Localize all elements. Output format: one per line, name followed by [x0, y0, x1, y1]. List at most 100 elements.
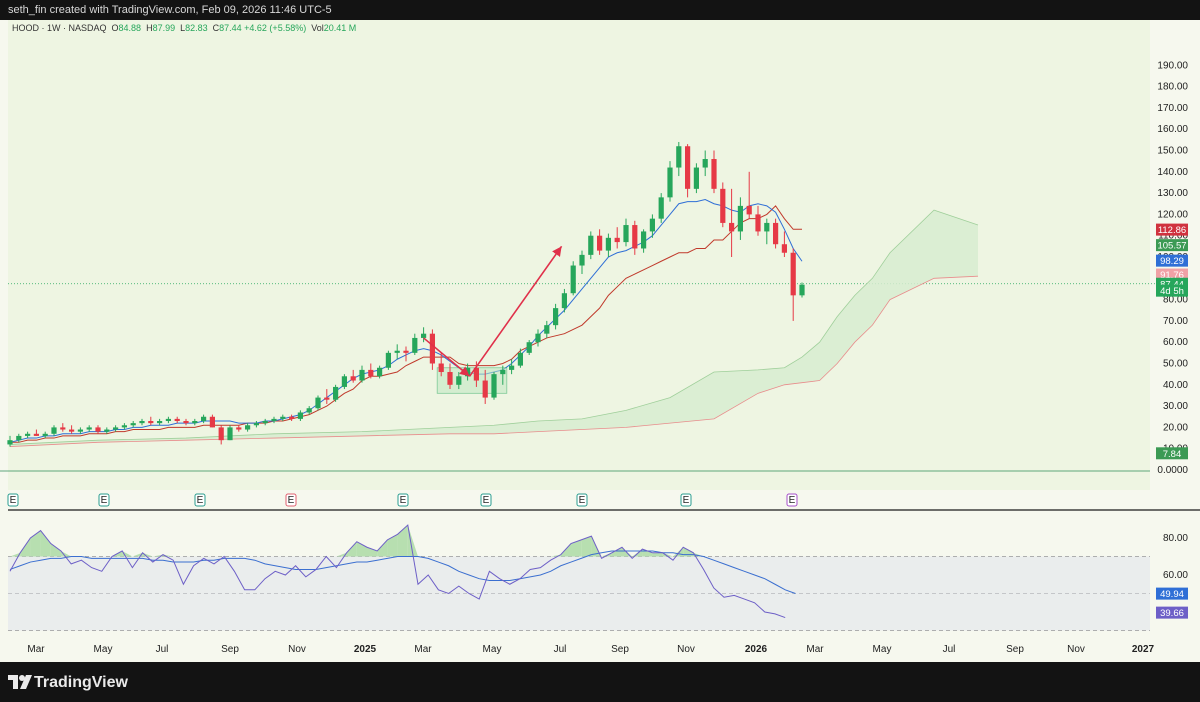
candle-body — [561, 293, 567, 309]
candle-body — [60, 427, 66, 430]
price-axis-label: 180.00 — [1157, 82, 1188, 93]
earnings-marker-label: E — [288, 495, 295, 506]
created-by-text: seth_fin created with TradingView.com, F… — [8, 4, 332, 16]
candle-body — [315, 397, 321, 409]
candle-body — [77, 429, 83, 432]
candle-body — [121, 425, 127, 428]
candle-body — [341, 376, 347, 387]
price-axis-label: 170.00 — [1157, 103, 1188, 114]
price-axis-label: 20.00 — [1163, 422, 1188, 433]
candle-body — [614, 237, 620, 243]
rsi-band — [8, 556, 1150, 631]
earnings-marker-label: E — [579, 495, 586, 506]
earnings-marker-label: E — [483, 495, 490, 506]
candle-body — [385, 352, 391, 368]
candle-body — [597, 235, 603, 251]
earnings-marker-label: E — [10, 495, 17, 506]
candle-body — [306, 408, 312, 413]
candle-body — [737, 205, 743, 232]
candle-body — [262, 421, 268, 424]
earnings-marker-label: E — [683, 495, 690, 506]
x-axis-label: Sep — [1006, 644, 1024, 655]
candle-body — [218, 427, 224, 441]
candle-body — [33, 433, 39, 436]
candle-body — [526, 342, 532, 353]
legend-vol-label: Vol — [311, 23, 324, 33]
price-axis-label: 160.00 — [1157, 124, 1188, 135]
candle-body — [95, 427, 101, 432]
candle-body — [201, 416, 207, 422]
candle-body — [773, 222, 779, 245]
price-tag-label: 105.57 — [1157, 241, 1186, 252]
candle-body — [271, 418, 277, 422]
tradingview-brand-text: TradingView — [34, 674, 128, 691]
candle-body — [781, 244, 787, 253]
chart-canvas[interactable]: 190.00 180.00 170.00 160.00 150.00 140.00 130.… — [0, 20, 1200, 662]
candle-body — [209, 416, 215, 428]
rsi-value-tag-label: 49.94 — [1160, 589, 1184, 600]
x-axis-label: Jul — [156, 644, 169, 655]
ohlc-legend: HOOD · 1W · NASDAQ O84.88 H87.99 L82.83 C87.… — [12, 23, 356, 33]
chart-frame[interactable]: 190.00 180.00 170.00 160.00 150.00 140.00 130.… — [0, 20, 1200, 662]
candle-body — [253, 423, 259, 426]
price-tag-label: 4d 5h — [1160, 286, 1184, 297]
x-axis-label: Nov — [1067, 644, 1085, 655]
x-axis-label: Mar — [806, 644, 824, 655]
candle-body — [491, 374, 497, 398]
x-axis-label: 2026 — [745, 644, 768, 655]
candle-body — [69, 429, 75, 432]
price-axis-label: 190.00 — [1157, 60, 1188, 71]
candle-body — [544, 325, 550, 334]
rsi-value-tag-label: 39.66 — [1160, 608, 1184, 619]
price-tag-label: 7.84 — [1163, 449, 1182, 460]
candle-body — [192, 421, 198, 424]
bottom-bar: TradingView — [0, 662, 1200, 702]
candle-body — [588, 235, 594, 255]
candle-body — [447, 372, 453, 385]
price-tag-label: 112.86 — [1158, 225, 1186, 236]
candle-body — [25, 433, 31, 436]
candle-body — [227, 427, 233, 441]
tradingview-logo[interactable]: TradingView — [8, 672, 128, 694]
rsi-overbought-fill — [652, 552, 663, 557]
candle-body — [605, 237, 611, 251]
x-axis-label: May — [94, 644, 113, 655]
candle-body — [438, 363, 444, 373]
candle-body — [702, 159, 708, 168]
legend-o-value: 84.88 — [119, 23, 142, 33]
candle-body — [7, 440, 13, 445]
x-axis-label: Sep — [611, 644, 629, 655]
candle-body — [403, 350, 409, 353]
x-axis-label: Sep — [221, 644, 239, 655]
candle-body — [157, 421, 163, 424]
x-axis-label: May — [873, 644, 892, 655]
candle-body — [456, 376, 462, 385]
candle-body — [746, 205, 752, 215]
candle-body — [183, 421, 189, 424]
candle-body — [104, 429, 110, 432]
candle-body — [509, 365, 515, 370]
candle-body — [86, 427, 92, 430]
rsi-axis-label: 80.00 — [1163, 533, 1188, 544]
candle-body — [517, 352, 523, 366]
candle-body — [755, 214, 761, 232]
candle-body — [790, 252, 796, 296]
candle-body — [412, 337, 418, 353]
candle-body — [359, 369, 365, 381]
candle-body — [764, 222, 770, 232]
rsi-axis-label: 60.00 — [1163, 570, 1188, 581]
candle-body — [394, 350, 400, 353]
earnings-marker-label: E — [789, 495, 796, 506]
x-axis-label: 2025 — [354, 644, 377, 655]
legend-c-value: 87.44 +4.62 (+5.58%) — [219, 23, 306, 33]
legend-l-value: 82.83 — [185, 23, 208, 33]
candle-body — [649, 218, 655, 232]
candle-body — [51, 427, 57, 434]
candle-body — [658, 197, 664, 219]
candle-body — [16, 435, 22, 441]
candle-body — [139, 421, 145, 424]
candle-body — [570, 265, 576, 294]
x-axis-label: Mar — [27, 644, 45, 655]
candle-body — [535, 333, 541, 343]
price-axis-label: 40.00 — [1163, 380, 1188, 391]
